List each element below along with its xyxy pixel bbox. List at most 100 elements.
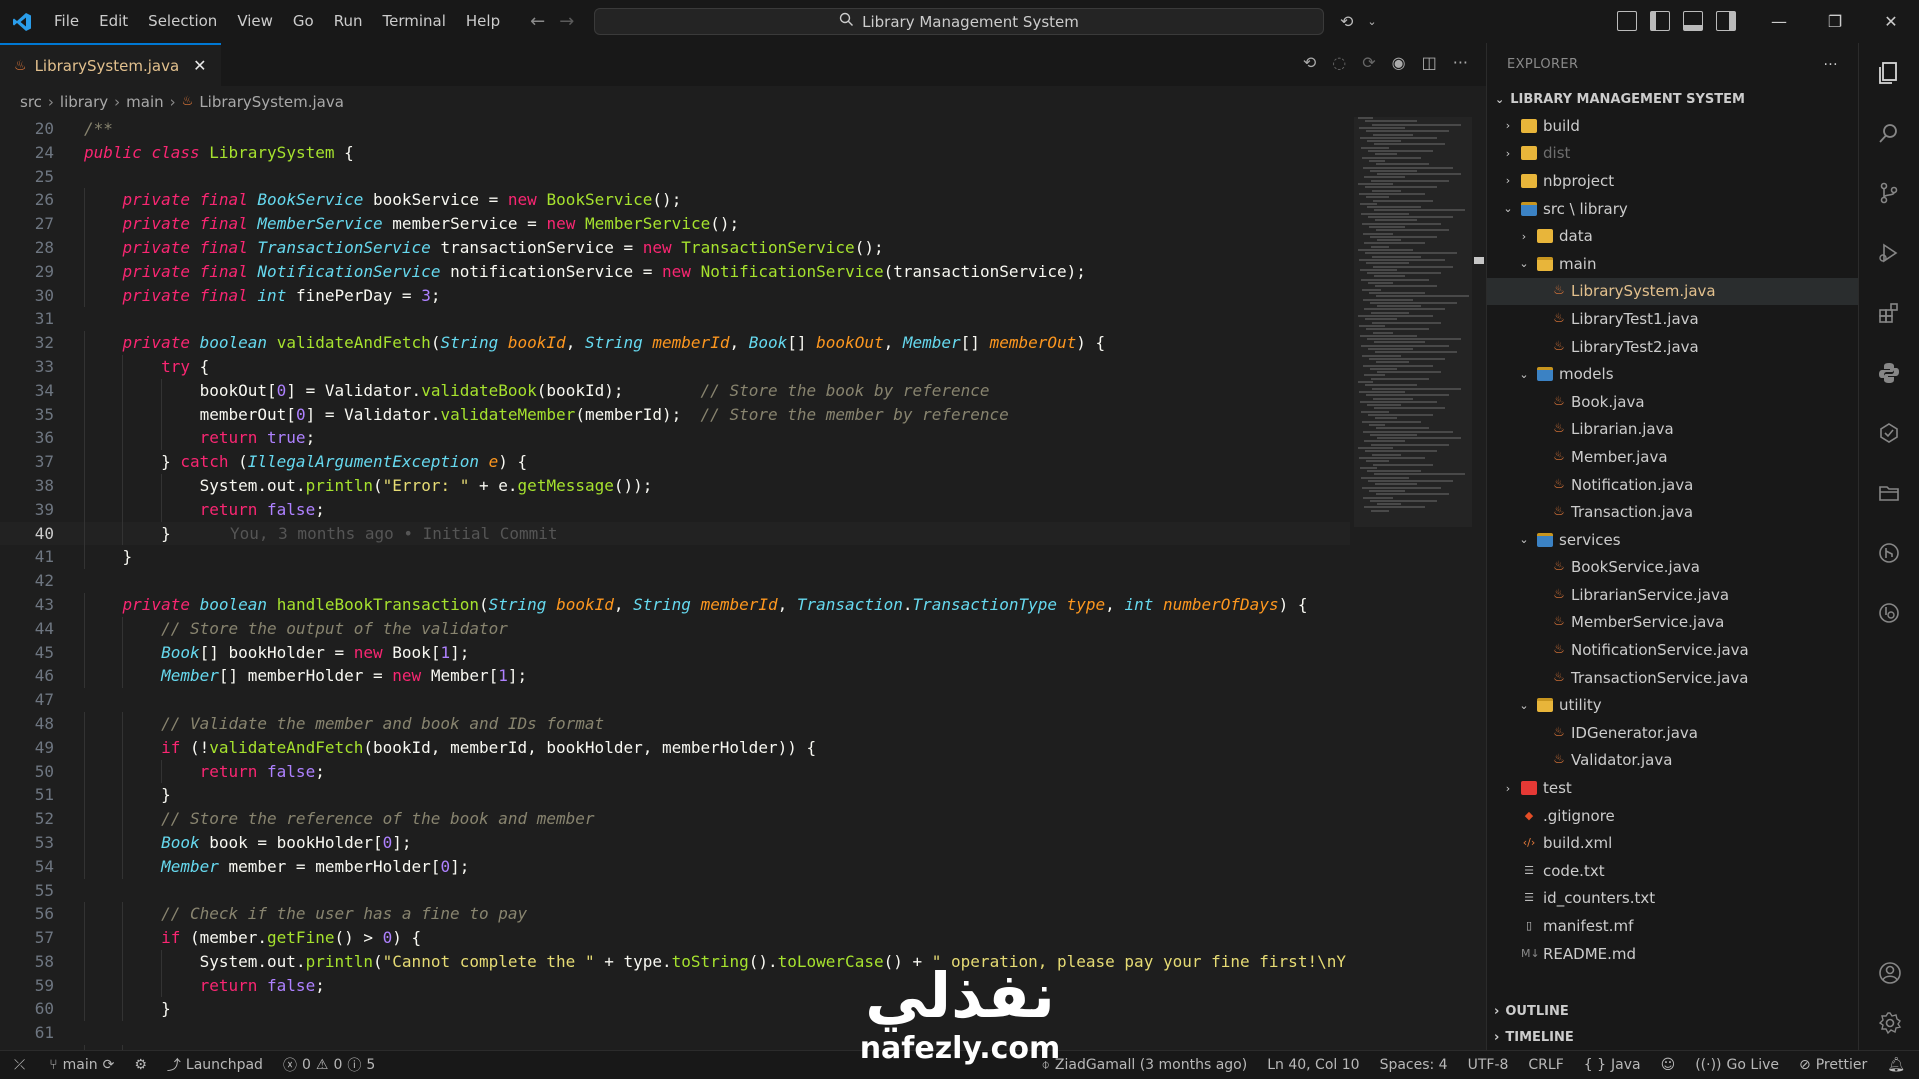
code-line[interactable]: 41 } — [0, 545, 1350, 570]
code-line[interactable]: 32 private boolean validateAndFetch(Stri… — [0, 331, 1350, 355]
prettier-indicator[interactable]: ⊘ Prettier — [1789, 1057, 1877, 1073]
code-line[interactable]: 39 return false; — [0, 497, 1350, 522]
copilot-status-icon[interactable]: ☺ — [1651, 1057, 1686, 1073]
outline-section[interactable]: › OUTLINE — [1486, 998, 1858, 1024]
file-book-java[interactable]: ♨ Book.java — [1487, 388, 1858, 416]
file-notification-java[interactable]: ♨ Notification.java — [1487, 471, 1858, 499]
file-bookservice-java[interactable]: ♨ BookService.java — [1487, 554, 1858, 582]
breadcrumb-library[interactable]: library — [60, 93, 108, 111]
code-line[interactable]: 61 — [0, 1021, 1350, 1045]
file-librarysystem-java[interactable]: ♨ LibrarySystem.java — [1487, 277, 1858, 306]
code-line[interactable]: 34 bookOut[0] = Validator.validateBook(b… — [0, 378, 1350, 403]
code-line[interactable]: 26 private final BookService bookService… — [0, 188, 1350, 213]
scrollbar-thumb-marker[interactable] — [1474, 257, 1484, 264]
tab-librarysystem-java[interactable]: ♨ LibrarySystem.java ✕ — [0, 43, 221, 86]
file-validator-java[interactable]: ♨ Validator.java — [1487, 747, 1858, 775]
code-line[interactable]: 28 private final TransactionService tran… — [0, 235, 1350, 260]
minimize-icon[interactable]: — — [1751, 0, 1807, 43]
testing-icon[interactable] — [1859, 403, 1919, 463]
toggle-panel-icon[interactable] — [1683, 11, 1703, 31]
code-line[interactable]: 52 // Store the reference of the book an… — [0, 807, 1350, 831]
code-line[interactable]: 29 private final NotificationService not… — [0, 259, 1350, 284]
code-line[interactable]: 40 } You, 3 months ago • Initial Commit — [0, 521, 1350, 546]
folder-build[interactable]: › build — [1487, 112, 1858, 140]
folder-models[interactable]: ⌄ models — [1487, 360, 1858, 388]
code-line[interactable]: 48 // Validate the member and book and I… — [0, 711, 1350, 736]
folder-main[interactable]: ⌄ main — [1487, 250, 1858, 278]
chevron-down-icon[interactable]: ⌄ — [1367, 15, 1376, 28]
close-icon[interactable]: ✕ — [193, 56, 206, 75]
code-editor[interactable]: 20 /** 24 public class LibrarySystem {25 26 … — [0, 117, 1350, 1050]
more-actions-icon[interactable]: ··· — [1453, 53, 1468, 72]
menu-selection[interactable]: Selection — [138, 0, 227, 43]
gear-icon[interactable] — [1859, 993, 1919, 1053]
folder-data[interactable]: › data — [1487, 222, 1858, 250]
code-line[interactable]: 56 // Check if the user has a fine to pa… — [0, 902, 1350, 927]
code-line[interactable]: 37 } catch (IllegalArgumentException e) … — [0, 450, 1350, 474]
code-line[interactable]: 27 private final MemberService memberSer… — [0, 212, 1350, 236]
forward-arrow-icon[interactable]: → — [559, 11, 574, 32]
file-memberservice-java[interactable]: ♨ MemberService.java — [1487, 609, 1858, 637]
file-transaction-java[interactable]: ♨ Transaction.java — [1487, 498, 1858, 526]
code-line[interactable]: 44 // Store the output of the validator — [0, 616, 1350, 641]
git-graph-icon[interactable] — [1859, 523, 1919, 583]
menu-help[interactable]: Help — [456, 0, 510, 43]
file-librarytest2-java[interactable]: ♨ LibraryTest2.java — [1487, 333, 1858, 361]
indentation[interactable]: Spaces: 4 — [1370, 1057, 1458, 1073]
code-line[interactable]: 30 private final int finePerDay = 3; — [0, 283, 1350, 308]
file-transactionservice-java[interactable]: ♨ TransactionService.java — [1487, 664, 1858, 692]
code-line[interactable]: 51 } — [0, 783, 1350, 808]
file-member-java[interactable]: ♨ Member.java — [1487, 443, 1858, 471]
file-notificationservice-java[interactable]: ♨ NotificationService.java — [1487, 636, 1858, 664]
explorer-files-icon[interactable] — [1859, 43, 1919, 103]
code-line[interactable]: 57 if (member.getFine() > 0) { — [0, 926, 1350, 950]
code-line[interactable]: 50 return false; — [0, 759, 1350, 784]
source-control-icon[interactable] — [1859, 163, 1919, 223]
minimap[interactable] — [1354, 117, 1472, 517]
file-readme-md[interactable]: M↓ README.md — [1487, 940, 1858, 968]
menu-run[interactable]: Run — [324, 0, 373, 43]
split-editor-icon[interactable]: ◫ — [1422, 53, 1437, 72]
code-line[interactable]: 54 Member member = memberHolder[0]; — [0, 854, 1350, 879]
more-icon[interactable]: ··· — [1823, 57, 1838, 73]
code-line[interactable]: 53 Book book = bookHolder[0]; — [0, 830, 1350, 855]
code-line[interactable]: 33 try { — [0, 354, 1350, 379]
folder-utility[interactable]: ⌄ utility — [1487, 691, 1858, 719]
file-build-xml[interactable]: ‹/› build.xml — [1487, 829, 1858, 857]
restore-icon[interactable]: ❐ — [1807, 0, 1863, 43]
code-line[interactable]: 60 } — [0, 997, 1350, 1022]
code-line[interactable]: 49 if (!validateAndFetch(bookId, memberI… — [0, 735, 1350, 760]
file-librarianservice-java[interactable]: ♨ LibrarianService.java — [1487, 581, 1858, 609]
end-of-line[interactable]: CRLF — [1518, 1057, 1573, 1073]
code-line[interactable]: 20 /** — [0, 117, 1350, 141]
python-icon[interactable] — [1859, 343, 1919, 403]
branch-indicator[interactable]: ⑂ main ⟳ — [39, 1057, 124, 1073]
menu-view[interactable]: View — [227, 0, 283, 43]
breadcrumb-src[interactable]: src — [20, 93, 42, 111]
file-id-counters-txt[interactable]: ☰ id_counters.txt — [1487, 885, 1858, 913]
go-live-button[interactable]: ((·)) Go Live — [1685, 1057, 1789, 1073]
timeline-section[interactable]: › TIMELINE — [1486, 1024, 1858, 1050]
back-arrow-icon[interactable]: ← — [530, 11, 545, 32]
code-line[interactable]: 58 System.out.println("Cannot complete t… — [0, 949, 1350, 974]
code-line[interactable]: 43 private boolean handleBookTransaction… — [0, 592, 1350, 617]
language-mode[interactable]: { } Java — [1574, 1057, 1651, 1073]
folder-src-library[interactable]: ⌄ src \ library — [1487, 195, 1858, 223]
file-librarian-java[interactable]: ♨ Librarian.java — [1487, 416, 1858, 444]
remote-indicator-icon[interactable]: ⤫ — [0, 1057, 39, 1073]
problems-indicator[interactable]: ⓧ 0 ⚠ 0 ⓘ 5 — [273, 1055, 385, 1075]
gitlens-icon[interactable] — [1859, 583, 1919, 643]
menu-go[interactable]: Go — [283, 0, 324, 43]
breadcrumb-file[interactable]: LibrarySystem.java — [199, 93, 344, 111]
code-line[interactable]: 38 System.out.println("Error: " + e.getM… — [0, 473, 1350, 498]
menu-edit[interactable]: Edit — [89, 0, 138, 43]
command-center-search[interactable]: Library Management System — [594, 8, 1324, 35]
toggle-secondary-sidebar-icon[interactable] — [1716, 11, 1736, 31]
code-line[interactable]: 24 public class LibrarySystem { — [0, 141, 1350, 165]
file-librarytest1-java[interactable]: ♨ LibraryTest1.java — [1487, 305, 1858, 333]
git-graph-icon[interactable]: ◉ — [1392, 53, 1406, 72]
launchpad-indicator[interactable]: ⤴ Launchpad — [157, 1055, 273, 1075]
code-line[interactable]: 42 — [0, 569, 1350, 593]
customize-layout-icon[interactable] — [1617, 11, 1637, 31]
menu-file[interactable]: File — [44, 0, 89, 43]
